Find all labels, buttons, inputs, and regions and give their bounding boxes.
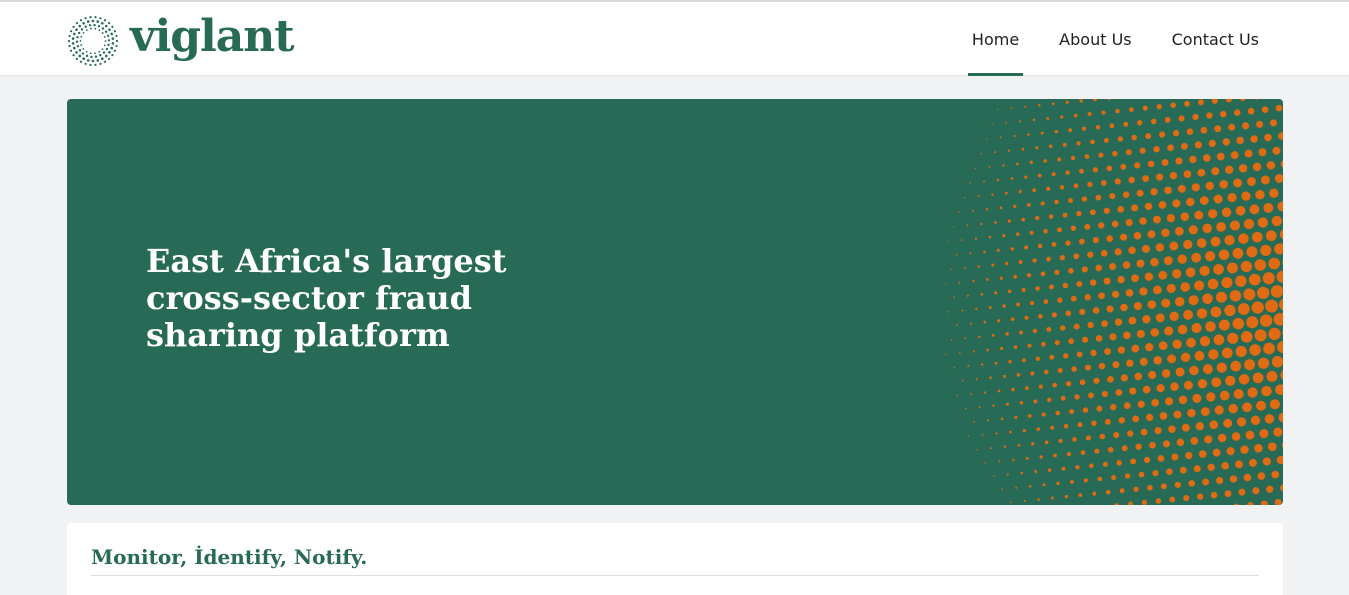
nav-contact-us-link[interactable]: Contact Us bbox=[1152, 2, 1279, 76]
nav-home-link[interactable]: Home bbox=[952, 2, 1039, 76]
hero-banner: East Africa's largest cross-sector fraud… bbox=[67, 99, 1283, 505]
dotted-ring-logo-icon bbox=[67, 16, 119, 66]
nav-about-us-link[interactable]: About Us bbox=[1039, 2, 1151, 76]
section-divider bbox=[91, 575, 1259, 576]
hero-headline: East Africa's largest cross-sector fraud… bbox=[146, 242, 507, 354]
main-nav: Home About Us Contact Us bbox=[952, 2, 1279, 76]
nav-about-us-label: About Us bbox=[1059, 29, 1132, 49]
features-card: Monitor, İdentify, Notify. bbox=[67, 523, 1283, 595]
brand-logo-link[interactable]: viglant bbox=[66, 11, 295, 68]
nav-contact-us-label: Contact Us bbox=[1171, 29, 1259, 49]
section-title: Monitor, İdentify, Notify. bbox=[91, 545, 368, 569]
brand-wordmark: viglant bbox=[130, 11, 295, 62]
nav-home-label: Home bbox=[971, 29, 1020, 49]
top-navbar: viglant Home About Us Contact Us bbox=[0, 0, 1349, 76]
